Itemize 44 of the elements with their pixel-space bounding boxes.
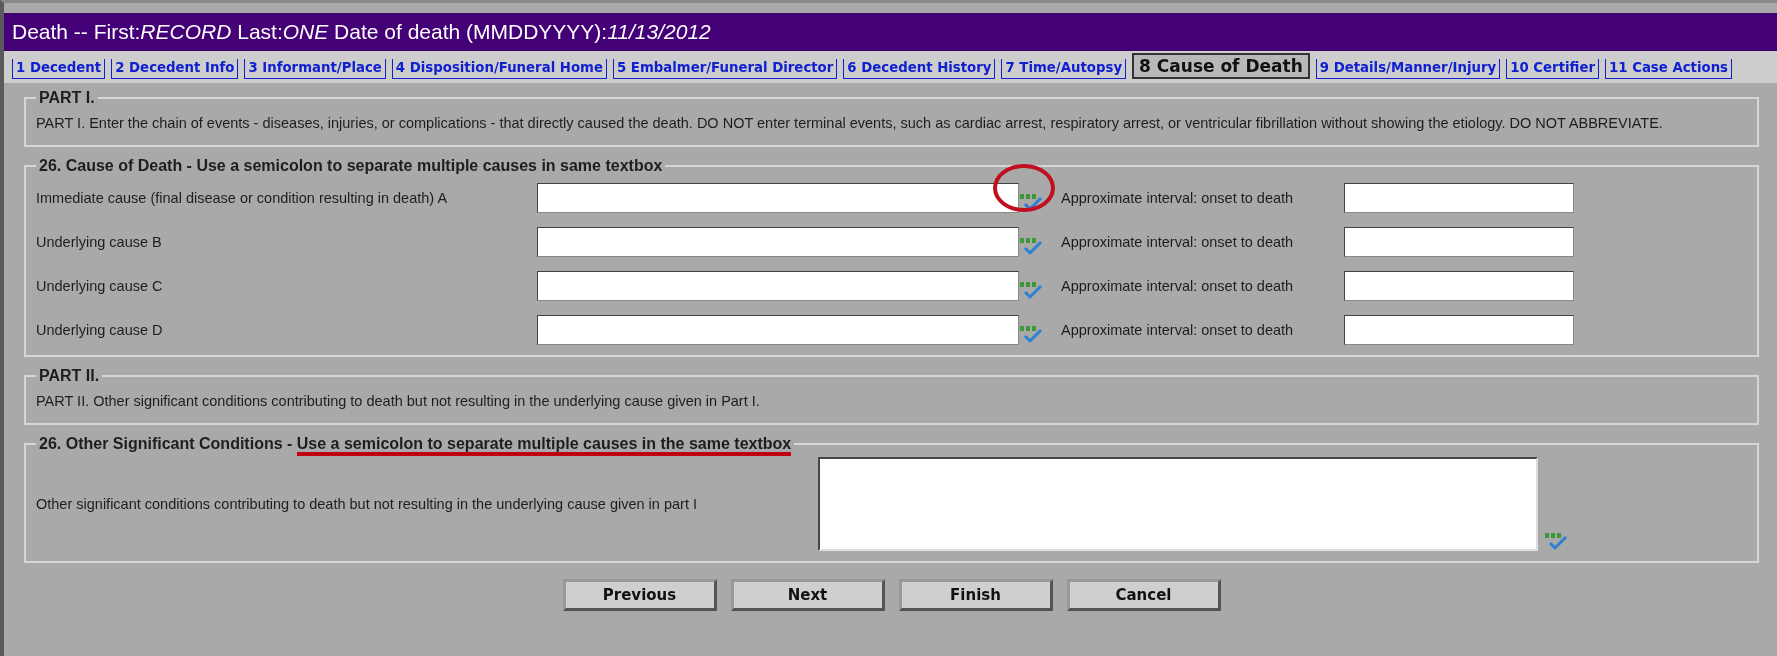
tab[interactable]: 5 Embalmer/Funeral Director bbox=[612, 59, 838, 79]
instructions-text: PART I. Enter the chain of events - diseases, injuries, or complications - that directly caused the death. DO NOT enter terminal events, such as cardiac arrest, respiratory arrest, or ventricular fibrillation without showing the etiology. DO NOT ABBREVIATE. bbox=[36, 114, 1664, 133]
tab[interactable]: 7 Time/Autopsy bbox=[1001, 59, 1127, 79]
window-title: Death -- First:RECORD Last:ONE Date of death (MMDDYYYY):11/13/2012 bbox=[4, 13, 1777, 51]
tab[interactable]: 8 Cause of Death bbox=[1132, 53, 1310, 79]
spellcheck-icon[interactable] bbox=[1544, 531, 1568, 551]
conditions-text-area[interactable] bbox=[818, 457, 1538, 551]
cause-field[interactable] bbox=[537, 271, 1019, 301]
field-label: Approximate interval: onset to death bbox=[1061, 190, 1295, 206]
tab[interactable]: 2 Decedent Info bbox=[111, 59, 239, 79]
tab[interactable]: 11 Case Actions bbox=[1605, 59, 1733, 79]
field-label: Approximate interval: onset to death bbox=[1061, 322, 1295, 338]
tab[interactable]: 6 Decedent History bbox=[843, 59, 996, 79]
field-label: Underlying cause C bbox=[36, 278, 164, 294]
tab[interactable]: 10 Certifier bbox=[1506, 59, 1599, 79]
field-label: Underlying cause D bbox=[36, 322, 164, 338]
spellcheck-icon[interactable] bbox=[1019, 236, 1043, 256]
section-legend: 26. Other Significant Conditions - Use a semicolon to separate multiple causes in the same textbox bbox=[36, 435, 795, 453]
nav-button[interactable]: Cancel bbox=[1066, 579, 1221, 611]
field-label: Other significant conditions contributing to death but not resulting in the underlying cause given in part I bbox=[36, 496, 698, 512]
interval-field[interactable] bbox=[1344, 315, 1574, 345]
tab[interactable]: 4 Disposition/Funeral Home bbox=[391, 59, 607, 79]
tab[interactable]: 9 Details/Manner/Injury bbox=[1315, 59, 1501, 79]
interval-field[interactable] bbox=[1344, 271, 1574, 301]
interval-field[interactable] bbox=[1344, 183, 1574, 213]
field-label: Approximate interval: onset to death bbox=[1061, 278, 1295, 294]
cause-field[interactable] bbox=[537, 227, 1019, 257]
field-label: Approximate interval: onset to death bbox=[1061, 234, 1295, 250]
field-label: Immediate cause (final disease or condition resulting in death) A bbox=[36, 190, 449, 206]
tab[interactable]: 3 Informant/Place bbox=[244, 59, 386, 79]
nav-button[interactable]: Previous bbox=[562, 579, 717, 611]
section-legend: PART II. bbox=[36, 367, 103, 385]
field-label: Underlying cause B bbox=[36, 234, 163, 250]
nav-button[interactable]: Finish bbox=[898, 579, 1053, 611]
tab[interactable]: 1 Decedent bbox=[12, 59, 106, 79]
section-legend: PART I. bbox=[36, 89, 98, 107]
nav-button[interactable]: Next bbox=[730, 579, 885, 611]
section-legend: 26. Cause of Death - Use a semicolon to separate multiple causes in same textbox bbox=[36, 157, 666, 175]
cause-field[interactable] bbox=[537, 183, 1019, 213]
cause-field[interactable] bbox=[537, 315, 1019, 345]
spellcheck-icon[interactable] bbox=[1019, 280, 1043, 300]
interval-field[interactable] bbox=[1344, 227, 1574, 257]
instructions-text: PART II. Other significant conditions contributing to death but not resulting in the underlying cause given in Part I. bbox=[36, 392, 761, 411]
spellcheck-icon[interactable] bbox=[1019, 324, 1043, 344]
